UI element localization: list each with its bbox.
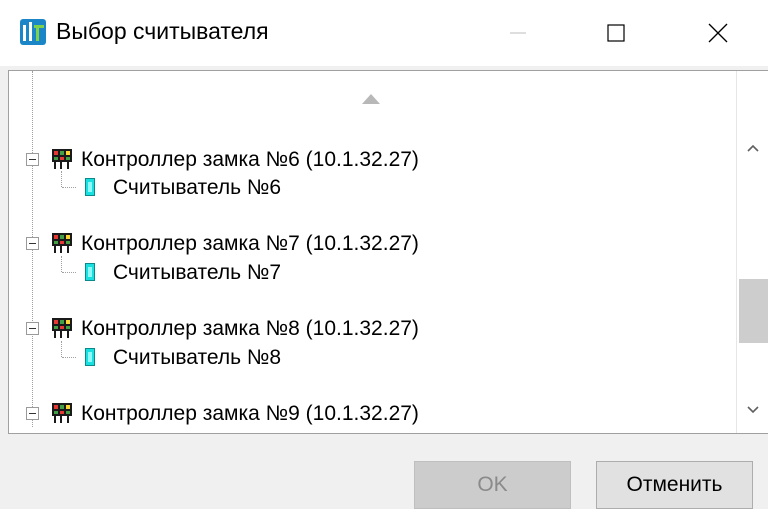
- close-icon: [708, 23, 728, 43]
- collapse-icon[interactable]: [26, 153, 39, 166]
- reader-icon: [85, 348, 95, 366]
- reader-select-dialog: Выбор считывателя Контроллер замка №6 (1…: [0, 0, 768, 509]
- ok-button[interactable]: OK: [414, 461, 571, 509]
- reader-label: Считыватель №8: [113, 346, 282, 369]
- scroll-thumb[interactable]: [739, 279, 768, 343]
- collapse-icon[interactable]: [26, 407, 39, 420]
- window-title: Выбор считывателя: [56, 18, 269, 44]
- controller-label: Контроллер замка №9 (10.1.32.27): [81, 402, 419, 425]
- controller-label: Контроллер замка №6 (10.1.32.27): [81, 148, 419, 171]
- controller-icon: [51, 317, 73, 339]
- chevron-up-icon: [747, 144, 759, 152]
- reader-icon: [85, 263, 95, 281]
- controller-label: Контроллер замка №7 (10.1.32.27): [81, 232, 419, 255]
- minimize-icon: [510, 32, 526, 34]
- tree-connector: [61, 256, 62, 272]
- scroll-down-button[interactable]: [737, 395, 768, 425]
- cancel-button[interactable]: Отменить: [596, 461, 753, 509]
- tree-connector: [61, 171, 62, 187]
- tree-connector: [62, 272, 76, 273]
- tree-connector: [62, 357, 76, 358]
- collapse-icon[interactable]: [26, 322, 39, 335]
- reader-tree[interactable]: Контроллер замка №6 (10.1.32.27) Считыва…: [8, 70, 768, 434]
- tree-connector: [62, 187, 76, 188]
- controller-icon: [51, 402, 73, 424]
- maximize-icon: [607, 24, 625, 42]
- reader-icon: [85, 178, 95, 196]
- minimize-button[interactable]: [488, 0, 548, 66]
- collapse-icon[interactable]: [26, 237, 39, 250]
- reader-label: Считыватель №6: [113, 176, 282, 199]
- title-bar[interactable]: Выбор считывателя: [0, 0, 768, 66]
- vertical-scrollbar[interactable]: [736, 71, 768, 433]
- maximize-button[interactable]: [586, 0, 646, 66]
- scroll-up-button[interactable]: [737, 133, 768, 163]
- controller-icon: [51, 232, 73, 254]
- scroll-up-hint-icon: [362, 94, 380, 104]
- reader-label: Считыватель №7: [113, 261, 282, 284]
- chevron-down-icon: [747, 406, 759, 414]
- controller-icon: [51, 148, 73, 170]
- close-button[interactable]: [688, 0, 748, 66]
- app-logo-icon: [20, 19, 46, 45]
- controller-label: Контроллер замка №8 (10.1.32.27): [81, 317, 419, 340]
- tree-connector: [61, 341, 62, 357]
